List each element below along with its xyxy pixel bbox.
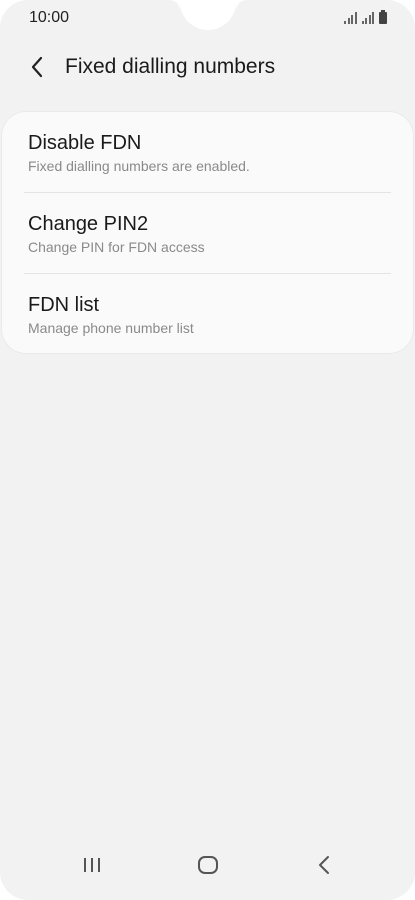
home-icon: [198, 856, 218, 874]
status-bar: 10:00: [0, 0, 415, 36]
setting-fdn-list[interactable]: FDN list Manage phone number list: [2, 274, 413, 354]
nav-back-button[interactable]: [294, 848, 354, 882]
setting-title: FDN list: [28, 294, 100, 316]
home-button[interactable]: [178, 848, 238, 882]
navigation-bar: [0, 844, 415, 900]
setting-subtitle: Change PIN for FDN access: [28, 239, 205, 255]
signal-icon: [344, 11, 357, 24]
setting-title: Disable FDN: [28, 132, 142, 154]
back-button[interactable]: [14, 44, 60, 90]
status-icons: [344, 10, 387, 24]
setting-disable-fdn[interactable]: Disable FDN Fixed dialling numbers are e…: [2, 112, 413, 192]
signal-icon: [361, 11, 374, 24]
recents-icon: [84, 858, 100, 872]
setting-title: Change PIN2: [28, 213, 149, 235]
setting-subtitle: Fixed dialling numbers are enabled.: [28, 158, 250, 174]
battery-icon: [379, 10, 387, 24]
app-header: Fixed dialling numbers: [0, 44, 415, 90]
status-time: 10:00: [29, 9, 70, 26]
recents-button[interactable]: [62, 848, 122, 882]
setting-subtitle: Manage phone number list: [28, 320, 194, 336]
phone-screen: 10:00 Fixed dialling numbers Disable FDN…: [0, 0, 415, 900]
settings-card: Disable FDN Fixed dialling numbers are e…: [2, 112, 413, 353]
chevron-left-icon: [31, 56, 43, 78]
setting-change-pin2[interactable]: Change PIN2 Change PIN for FDN access: [2, 193, 413, 273]
page-title: Fixed dialling numbers: [65, 55, 276, 78]
back-icon: [319, 856, 329, 874]
